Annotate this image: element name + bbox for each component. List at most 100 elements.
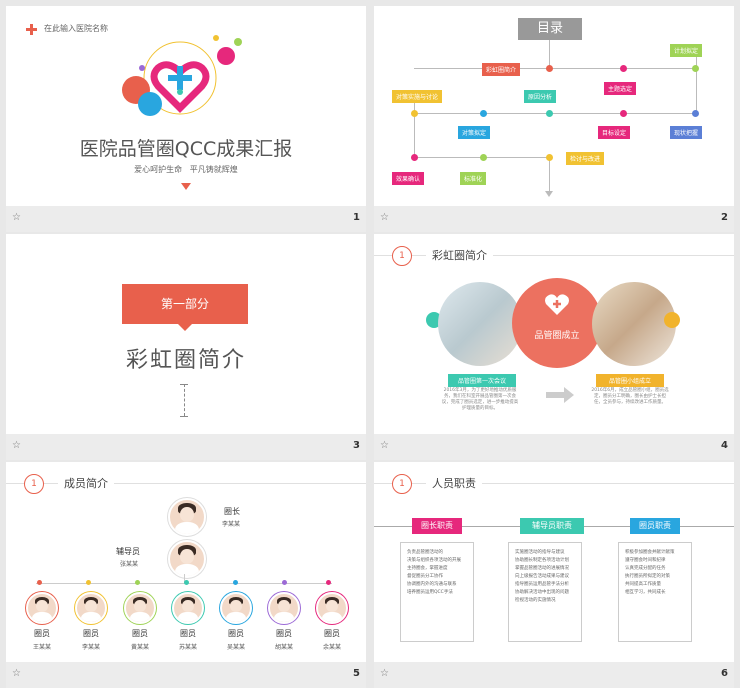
leader-name: 李某某: [222, 521, 241, 528]
member-role: 圈员: [34, 629, 50, 638]
toc-item[interactable]: 检讨与改进: [566, 152, 605, 165]
toc-item[interactable]: 主题选定: [604, 82, 637, 95]
member-role: 圈员: [132, 629, 148, 638]
right-tag: 品管圈小组成立: [596, 374, 664, 387]
slide-footer: ☆ 4: [374, 434, 734, 460]
toc-item[interactable]: 彩虹圈简介: [482, 63, 521, 76]
left-photo: [438, 282, 522, 366]
arrow-right-icon: [546, 392, 564, 398]
slide-canvas: 目录 彩虹圈简介 主题选定 计划拟定 对策实施与讨论 原因分析 对策拟定 目标设…: [374, 6, 734, 206]
duty-item: 相互学习，共同成长: [625, 590, 666, 595]
toc-item[interactable]: 效果确认: [392, 172, 425, 185]
duty-item: 认真完成分配的任务: [625, 566, 666, 571]
duty-item: 决策与组织各项活动的开展: [407, 558, 461, 563]
slide-canvas: 1 人员职责 圈长职责 辅导员职责 圈员职责 负责品管圈活动的 决策与组织各项活…: [374, 462, 734, 662]
duty-item: 培养圈员运用QCC手法: [407, 590, 453, 595]
star-icon[interactable]: ☆: [12, 668, 21, 679]
section-badge: 1: [24, 474, 44, 494]
star-icon[interactable]: ☆: [380, 668, 389, 679]
member-role: 圈员: [276, 629, 292, 638]
star-icon[interactable]: ☆: [380, 440, 389, 451]
left-tag: 品管圈第一次会议: [448, 374, 516, 387]
duty-list-leader: 负责品管圈活动的 决策与组织各项活动的开展 主持圈会，掌握进度 督促圈员分工协作…: [400, 542, 474, 642]
slide-number: 1: [353, 212, 360, 223]
slide-thumb-1[interactable]: 在此输入医院名称 医院品管圈QCC成果汇报 爱心呵护生命 平凡铸就辉煌 ☆ 1: [6, 6, 366, 232]
toc-item[interactable]: 目标设定: [598, 126, 631, 139]
member-avatar: [220, 592, 252, 624]
slide-header: 成员简介: [58, 475, 114, 491]
duty-list-assistant: 实施圈活动的指导与建议 协助圈长制定各项活动计划 掌握品管圈活动的进展情况 向上…: [508, 542, 582, 642]
duty-item: 指导圈员运用品管手法分析: [515, 582, 569, 587]
duty-item: 督促圈员分工协作: [407, 574, 443, 579]
member-role: 圈员: [180, 629, 196, 638]
toc-item[interactable]: 对策实施与讨论: [392, 90, 443, 103]
section-badge: 1: [392, 246, 412, 266]
slide-footer: ☆ 3: [6, 434, 366, 460]
duty-item: 负责品管圈活动的: [407, 550, 443, 555]
duty-item: 实施圈活动的指导与建议: [515, 550, 565, 555]
main-title: 医院品管圈QCC成果汇报: [79, 138, 293, 160]
heart-logo-icon: [122, 35, 242, 116]
member-role: 圈员: [228, 629, 244, 638]
duty-item: 执行圈员所拟定的对策: [625, 574, 670, 579]
member-role: 圈员: [324, 629, 340, 638]
part-label-pointer: [178, 324, 192, 331]
duty-header-member: 圈员职责: [630, 518, 680, 534]
assistant-role: 辅导员: [116, 547, 140, 556]
duty-item: 检视活动的实施情况: [515, 598, 556, 603]
toc-item[interactable]: 现状把握: [670, 126, 703, 139]
slide-header: 彩虹圈简介: [426, 247, 493, 263]
slide-number: 2: [721, 212, 728, 223]
slide-thumb-5[interactable]: 1 成员简介 圈长 李某某 辅导员 张某某 圈员 圈员 圈员 圈员 圈员 圈员 …: [6, 462, 366, 688]
member-name: 余某某: [322, 644, 341, 651]
star-icon[interactable]: ☆: [380, 212, 389, 223]
slide-thumb-3[interactable]: 第一部分 彩虹圈简介 ☆ 3: [6, 234, 366, 460]
toc-item[interactable]: 对策拟定: [458, 126, 491, 139]
member-role: 圈员: [83, 629, 99, 638]
duty-item: 共同提高工作质量: [625, 582, 661, 587]
member-name: 吴某某: [226, 644, 245, 651]
duty-item: 协助解决活动中出现的问题: [515, 590, 569, 595]
slide-thumb-4[interactable]: 1 彩虹圈简介 品管圈成立 品管圈第一次会议 2016年3月，为了更好地推动优质…: [374, 234, 734, 460]
toc-item[interactable]: 原因分析: [524, 90, 557, 103]
member-avatar: [316, 592, 348, 624]
slide-footer: ☆ 5: [6, 662, 366, 688]
section-badge: 1: [392, 474, 412, 494]
slide-canvas: 第一部分 彩虹圈简介: [6, 234, 366, 434]
slide-thumb-6[interactable]: 1 人员职责 圈长职责 辅导员职责 圈员职责 负责品管圈活动的 决策与组织各项活…: [374, 462, 734, 688]
member-name: 王某某: [32, 644, 51, 651]
duty-item: 积极参加圈会并献计献策: [625, 550, 675, 555]
member-avatar: [26, 592, 58, 624]
left-text: 2016年3月，为了更好地推动优质服务，我们在科室开展品管圈第一次会议，完成了圈…: [441, 388, 519, 411]
heart-plus-icon: [544, 294, 570, 316]
star-icon[interactable]: ☆: [12, 440, 21, 451]
assistant-name: 张某某: [120, 561, 139, 568]
subtitle: 爱心呵护生命 平凡铸就辉煌: [134, 165, 238, 174]
duty-item: 掌握品管圈活动的进展情况: [515, 566, 569, 571]
center-circle: [512, 278, 602, 368]
leader-role: 圈长: [224, 507, 240, 516]
slide-footer: ☆ 2: [374, 206, 734, 232]
toc-item[interactable]: 计划拟定: [670, 44, 703, 57]
slide-number: 5: [353, 668, 360, 679]
duty-item: 主持圈会，掌握进度: [407, 566, 448, 571]
down-triangle-icon: [181, 183, 191, 190]
member-name: 胡某某: [274, 644, 293, 651]
red-cross-icon: [26, 24, 37, 35]
part-label: 第一部分: [122, 284, 248, 324]
slide-footer: ☆ 1: [6, 206, 366, 232]
slide-canvas: 1 彩虹圈简介 品管圈成立 品管圈第一次会议 2016年3月，为了更好地推动优质…: [374, 234, 734, 434]
member-avatar: [75, 592, 107, 624]
slide-footer: ☆ 6: [374, 662, 734, 688]
duty-item: 向上级报告活动成果与建议: [515, 574, 569, 579]
member-avatar: [268, 592, 300, 624]
assistant-avatar: [168, 540, 206, 578]
section-heading: 彩虹圈简介: [125, 348, 246, 373]
duty-item: 协调圈内外的沟通与联系: [407, 582, 457, 587]
slide-canvas: 在此输入医院名称 医院品管圈QCC成果汇报 爱心呵护生命 平凡铸就辉煌: [6, 6, 366, 206]
member-avatar: [172, 592, 204, 624]
slide-header: 人员职责: [426, 475, 482, 491]
star-icon[interactable]: ☆: [12, 212, 21, 223]
toc-item[interactable]: 标准化: [460, 172, 487, 185]
slide-thumb-2[interactable]: 目录 彩虹圈简介 主题选定 计划拟定 对策实施与讨论 原因分析 对策拟定 目标设…: [374, 6, 734, 232]
